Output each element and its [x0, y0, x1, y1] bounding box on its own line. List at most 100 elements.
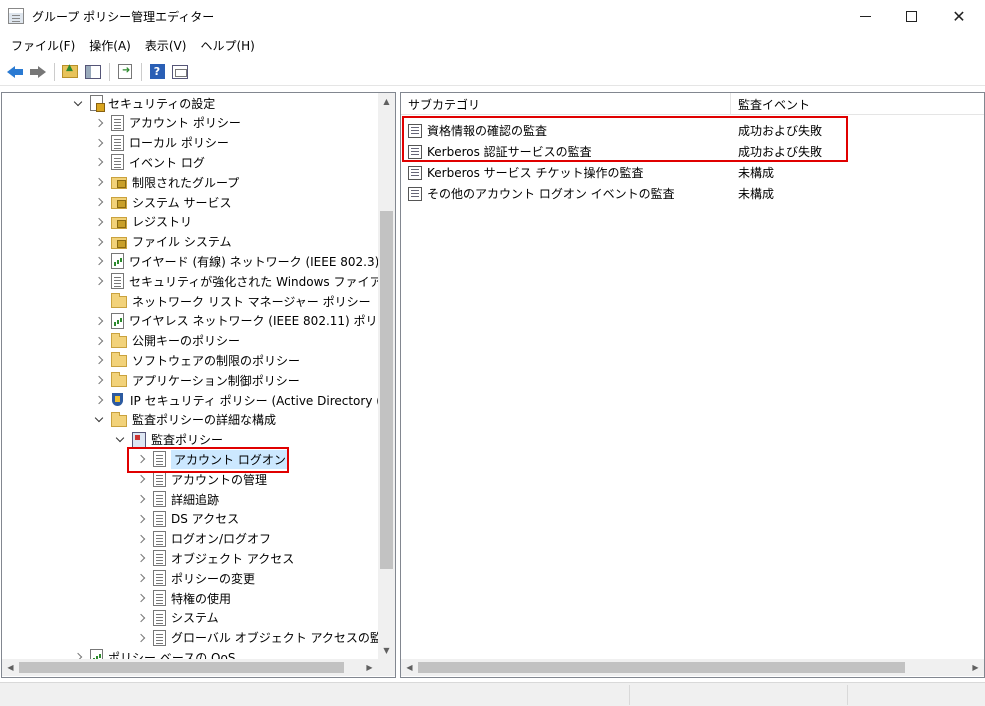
- tree-item[interactable]: システム: [135, 608, 219, 628]
- tree-item[interactable]: DS アクセス: [135, 509, 239, 529]
- collapse-chevron-icon[interactable]: [114, 434, 126, 446]
- expand-chevron-icon[interactable]: [93, 156, 105, 168]
- scroll-down-arrow[interactable]: ▼: [378, 642, 395, 659]
- column-header-audit-events[interactable]: 監査イベント: [731, 93, 984, 115]
- expand-chevron-icon[interactable]: [93, 196, 105, 208]
- tree-item[interactable]: システム サービス: [93, 192, 231, 212]
- list-item[interactable]: Kerberos サービス チケット操作の監査 未構成: [401, 162, 984, 183]
- properties-button[interactable]: [169, 61, 191, 83]
- maximize-button[interactable]: [888, 0, 934, 32]
- scroll-thumb[interactable]: [380, 211, 393, 569]
- tree-item[interactable]: ログオン/ログオフ: [135, 529, 271, 549]
- collapse-chevron-icon[interactable]: [93, 414, 105, 426]
- tree-item[interactable]: アプリケーション制御ポリシー: [93, 370, 300, 390]
- menu-file[interactable]: ファイル(F): [4, 34, 82, 56]
- tree-item[interactable]: アカウントの管理: [135, 469, 267, 489]
- subcategory-cell: その他のアカウント ログオン イベントの監査: [401, 185, 731, 202]
- expand-chevron-icon[interactable]: [135, 632, 147, 644]
- back-arrow-icon: [7, 65, 23, 78]
- tree-item[interactable]: ポリシーの変更: [135, 568, 255, 588]
- tree-item[interactable]: アカウント ポリシー: [93, 113, 241, 133]
- expand-chevron-icon[interactable]: [93, 275, 105, 287]
- scroll-thumb[interactable]: [19, 662, 344, 673]
- tree-item[interactable]: 特権の使用: [135, 588, 231, 608]
- expand-chevron-icon[interactable]: [93, 176, 105, 188]
- list-header: サブカテゴリ 監査イベント: [401, 93, 984, 115]
- tree-item[interactable]: セキュリティが強化された Windows ファイアウォ: [93, 271, 378, 291]
- expand-chevron-icon[interactable]: [135, 572, 147, 584]
- toolbar-separator: [54, 62, 55, 81]
- tree-vertical-scrollbar[interactable]: ▲ ▼: [378, 93, 395, 659]
- list-item[interactable]: その他のアカウント ログオン イベントの監査 未構成: [401, 183, 984, 204]
- expand-chevron-icon[interactable]: [135, 552, 147, 564]
- scroll-right-arrow[interactable]: ▶: [361, 659, 378, 676]
- ip-security-shield-icon: [111, 392, 125, 408]
- expand-chevron-icon[interactable]: [93, 137, 105, 149]
- scroll-thumb[interactable]: [418, 662, 905, 673]
- tree-item[interactable]: ファイル システム: [93, 232, 231, 252]
- network-policy-icon: [90, 649, 103, 659]
- tree-item[interactable]: ソフトウェアの制限のポリシー: [93, 350, 300, 370]
- show-hide-console-tree-button[interactable]: [82, 61, 104, 83]
- tree-item[interactable]: 監査ポリシーの詳細な構成: [93, 410, 276, 430]
- expand-chevron-icon[interactable]: [135, 612, 147, 624]
- scroll-left-arrow[interactable]: ◀: [401, 659, 418, 676]
- tree-item[interactable]: アカウント ログオン: [135, 449, 289, 469]
- scroll-up-arrow[interactable]: ▲: [378, 93, 395, 110]
- expand-chevron-icon[interactable]: [93, 354, 105, 366]
- expand-chevron-icon[interactable]: [135, 493, 147, 505]
- expand-chevron-icon[interactable]: [93, 216, 105, 228]
- forward-button[interactable]: [27, 61, 49, 83]
- minimize-button[interactable]: [842, 0, 888, 32]
- details-horizontal-scrollbar[interactable]: ◀ ▶: [401, 659, 984, 676]
- list-item[interactable]: 資格情報の確認の監査 成功および失敗: [401, 120, 984, 141]
- tree-horizontal-scrollbar[interactable]: ◀ ▶: [2, 659, 378, 676]
- policy-doc-icon: [153, 629, 166, 646]
- group-policy-editor-app-icon: [8, 8, 24, 24]
- expand-chevron-icon[interactable]: [135, 592, 147, 604]
- menu-view[interactable]: 表示(V): [138, 34, 194, 56]
- back-button[interactable]: [4, 61, 26, 83]
- expand-chevron-icon[interactable]: [93, 335, 105, 347]
- up-one-level-button[interactable]: [59, 61, 81, 83]
- expand-chevron-icon[interactable]: [93, 255, 105, 267]
- scroll-left-arrow[interactable]: ◀: [2, 659, 19, 676]
- close-button[interactable]: ✕: [936, 0, 982, 32]
- tree-item[interactable]: イベント ログ: [93, 152, 205, 172]
- tree-item[interactable]: セキュリティの設定: [72, 93, 215, 113]
- menu-help[interactable]: ヘルプ(H): [193, 34, 261, 56]
- menu-action[interactable]: 操作(A): [82, 34, 138, 56]
- list-item[interactable]: Kerberos 認証サービスの監査 成功および失敗: [401, 141, 984, 162]
- collapse-chevron-icon[interactable]: [72, 97, 84, 109]
- expand-chevron-icon[interactable]: [93, 236, 105, 248]
- tree-item[interactable]: ワイヤレス ネットワーク (IEEE 802.11) ポリシー: [93, 311, 378, 331]
- tree-item[interactable]: レジストリ: [93, 212, 192, 232]
- tree-item[interactable]: 公開キーのポリシー: [93, 331, 240, 351]
- tree-item-label: 特権の使用: [171, 591, 232, 606]
- expand-chevron-icon[interactable]: [72, 651, 84, 659]
- tree-item[interactable]: ローカル ポリシー: [93, 133, 229, 153]
- tree-item[interactable]: 制限されたグループ: [93, 172, 239, 192]
- tree-item[interactable]: ワイヤード (有線) ネットワーク (IEEE 802.3) ポリシ: [93, 251, 378, 271]
- expand-chevron-icon[interactable]: [93, 117, 105, 129]
- help-button[interactable]: ?: [146, 61, 168, 83]
- expand-chevron-icon[interactable]: [93, 394, 105, 406]
- tree-item[interactable]: オブジェクト アクセス: [135, 548, 294, 568]
- tree-item[interactable]: 詳細追跡: [135, 489, 219, 509]
- export-list-button[interactable]: [114, 61, 136, 83]
- expand-chevron-icon[interactable]: [135, 533, 147, 545]
- policy-doc-icon: [153, 510, 166, 527]
- expand-chevron-icon[interactable]: [93, 315, 105, 327]
- tree-item[interactable]: 監査ポリシー: [114, 430, 223, 450]
- tree-item[interactable]: IP セキュリティ ポリシー (Active Directory (OSA: [93, 390, 378, 410]
- expand-chevron-icon[interactable]: [135, 453, 147, 465]
- tree-item[interactable]: ネットワーク リスト マネージャー ポリシー: [93, 291, 371, 311]
- audit-event-value: 成功および失敗: [738, 145, 823, 159]
- column-header-subcategory[interactable]: サブカテゴリ: [401, 93, 731, 115]
- expand-chevron-icon[interactable]: [93, 374, 105, 386]
- tree-item[interactable]: グローバル オブジェクト アクセスの監査: [135, 628, 378, 648]
- scroll-right-arrow[interactable]: ▶: [967, 659, 984, 676]
- tree-item[interactable]: ポリシー ベースの QoS: [72, 647, 235, 659]
- expand-chevron-icon[interactable]: [135, 473, 147, 485]
- expand-chevron-icon[interactable]: [135, 513, 147, 525]
